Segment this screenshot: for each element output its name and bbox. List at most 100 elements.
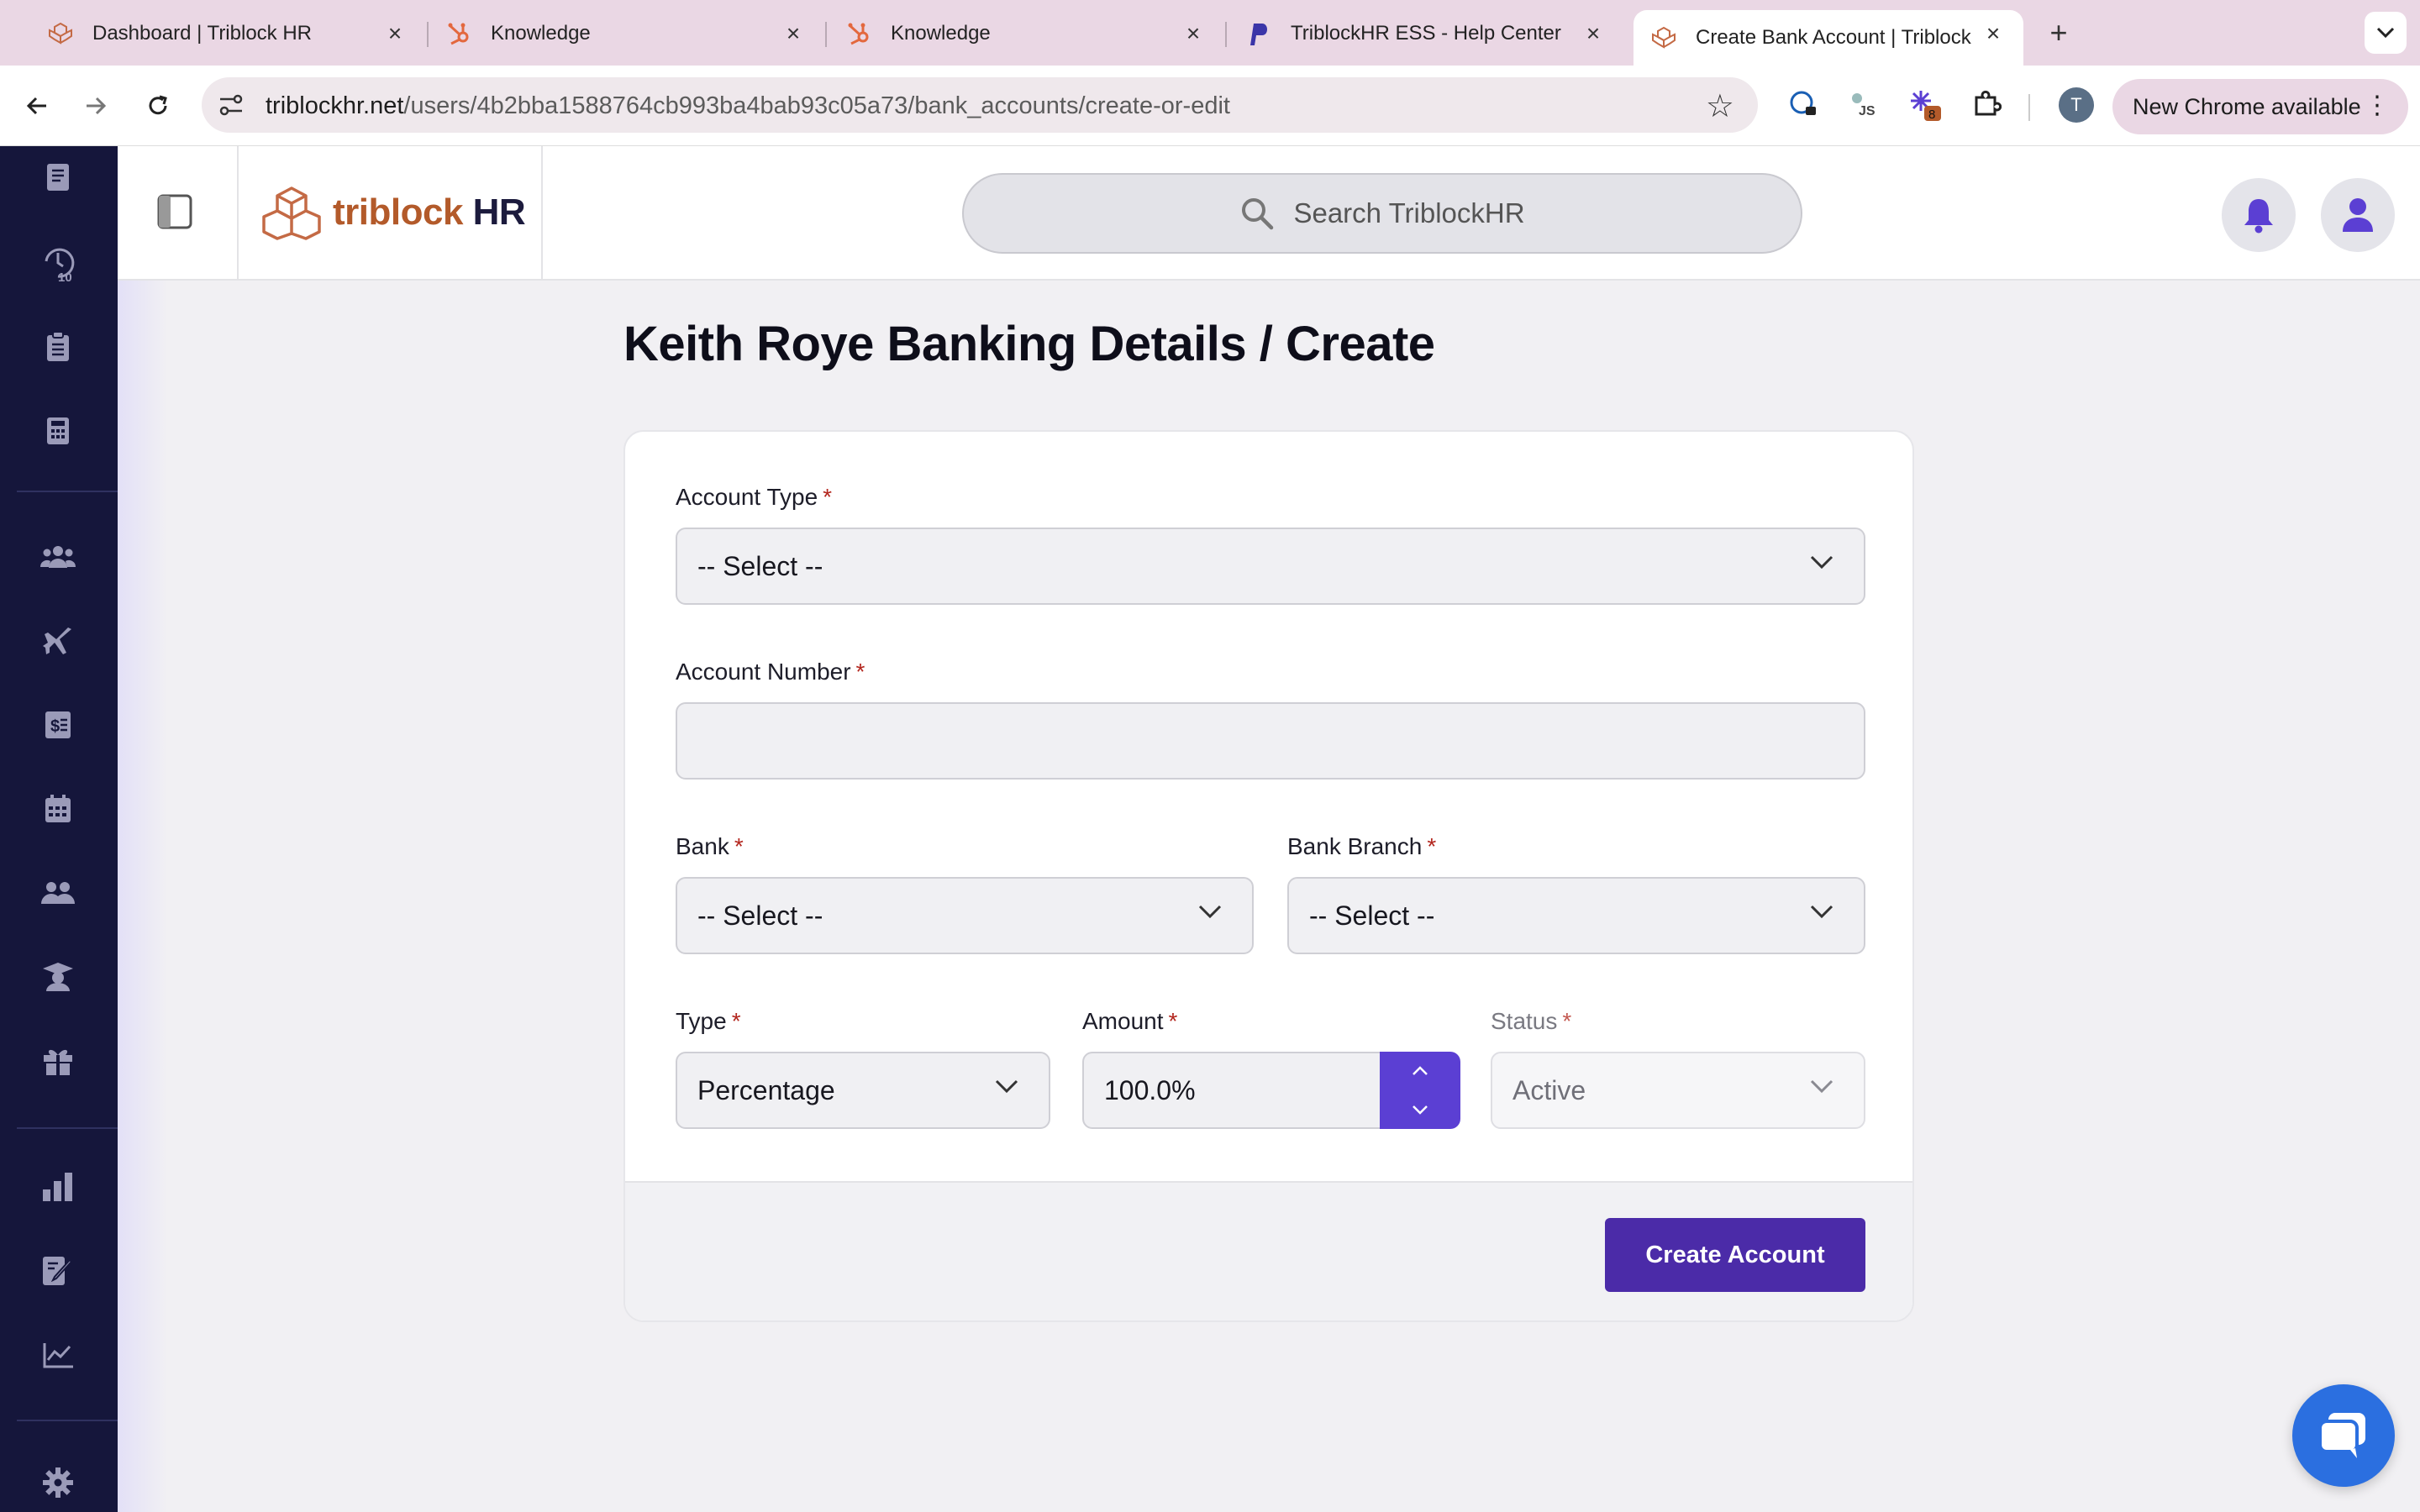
sidebar-item-clipboard[interactable] [37, 326, 79, 368]
sidebar-item-reports[interactable] [37, 1166, 79, 1208]
sidebar-item-travel[interactable] [37, 620, 79, 662]
logo-text: triblock HR [333, 192, 526, 233]
calculator-icon [47, 417, 69, 444]
asterisk-extension-icon[interactable]: 8 [1907, 87, 1941, 121]
back-icon[interactable] [17, 86, 57, 126]
reload-icon[interactable] [138, 86, 178, 126]
sidebar-item-time[interactable]: 10 [37, 242, 79, 284]
sidebar-item-calculator[interactable] [37, 410, 79, 452]
new-tab-icon[interactable]: + [2042, 15, 2075, 50]
svg-text:$: $ [50, 717, 60, 736]
password-extension-icon[interactable] [1786, 87, 1820, 121]
plane-icon [43, 627, 71, 654]
sidebar-item-calendar[interactable] [37, 788, 79, 830]
browser-toolbar: triblockhr.net/users/4b2bba1588764cb993b… [0, 66, 2420, 146]
amount-stepper[interactable] [1380, 1052, 1460, 1129]
sidebar-item-benefits[interactable] [37, 1040, 79, 1082]
sidebar-item-teams[interactable] [37, 872, 79, 914]
triblock-logo-icon [262, 186, 321, 240]
extensions-puzzle-icon[interactable] [1970, 87, 2003, 121]
gift-icon [44, 1049, 72, 1075]
type-label: Type * [676, 1008, 741, 1034]
tab-search-button[interactable] [2365, 12, 2407, 54]
svg-text:10: 10 [58, 270, 72, 281]
bank-branch-select[interactable]: -- Select -- [1287, 877, 1865, 954]
bank-label: Bank * [676, 833, 744, 859]
hubspot-icon [845, 20, 872, 47]
amount-field-group: 100.0% [1082, 1052, 1460, 1129]
sidebar-item-reviews[interactable] [37, 1250, 79, 1292]
close-icon[interactable]: × [381, 20, 408, 47]
browser-tab[interactable]: Knowledge × [829, 10, 1223, 57]
sidebar-item-documents[interactable] [37, 156, 79, 198]
p-icon [1245, 20, 1272, 47]
notifications-button[interactable] [2222, 178, 2296, 252]
close-icon[interactable]: × [780, 20, 807, 47]
page-title: Keith Roye Banking Details / Create [623, 317, 1435, 371]
site-settings-icon[interactable] [217, 91, 245, 119]
sidebar-toggle-icon[interactable] [156, 193, 193, 230]
tab-title: TriblockHR ESS - Help Center [1291, 22, 1561, 45]
browser-tab[interactable]: TriblockHR ESS - Help Center × [1228, 10, 1623, 57]
team-icon [41, 882, 75, 904]
address-bar[interactable]: triblockhr.net/users/4b2bba1588764cb993b… [202, 77, 1758, 133]
users-icon [40, 546, 76, 568]
bank-branch-label: Bank Branch * [1287, 833, 1437, 859]
create-account-button[interactable]: Create Account [1605, 1218, 1865, 1292]
sidebar-item-people[interactable] [37, 536, 79, 578]
increment-chevron-up-icon[interactable] [1380, 1052, 1460, 1090]
svg-text:8: 8 [1928, 108, 1935, 121]
app-logo[interactable]: triblock HR [260, 183, 526, 242]
triblock-icon [47, 20, 74, 47]
chevron-down-icon [1810, 555, 1833, 570]
sidebar-item-analytics[interactable] [37, 1334, 79, 1376]
sidebar-item-settings[interactable] [37, 1462, 79, 1504]
url-text: triblockhr.net/users/4b2bba1588764cb993b… [266, 92, 1230, 119]
bar-chart-icon [43, 1173, 72, 1201]
search-icon [1242, 198, 1274, 230]
decrement-chevron-down-icon[interactable] [1380, 1090, 1460, 1129]
line-chart-icon [43, 1343, 73, 1368]
sidebar-shadow [118, 281, 168, 1512]
bell-icon [2244, 199, 2273, 234]
close-icon[interactable]: × [1180, 20, 1207, 47]
browser-tab[interactable]: Dashboard | Triblock HR × [30, 10, 425, 57]
app-header: triblock HR Search TriblockHR [118, 146, 2420, 281]
chevron-down-icon [1198, 905, 1222, 919]
tab-title: Knowledge [491, 22, 591, 45]
chat-icon [2318, 1413, 2365, 1458]
forward-icon[interactable] [76, 86, 116, 126]
tab-title: Dashboard | Triblock HR [92, 22, 312, 45]
chrome-update-button[interactable]: New Chrome available ⋮ [2112, 79, 2408, 134]
sidebar: 10 $ [0, 146, 118, 1512]
user-icon [2343, 198, 2373, 232]
close-icon[interactable]: × [1580, 20, 1607, 47]
sidebar-item-expenses[interactable]: $ [37, 704, 79, 746]
close-icon[interactable]: × [1980, 20, 2007, 47]
calendar-icon [45, 795, 71, 822]
user-menu-button[interactable] [2321, 178, 2395, 252]
chevron-down-icon [2376, 27, 2395, 39]
js-extension-icon[interactable]: JS [1847, 87, 1881, 121]
edit-document-icon [43, 1257, 73, 1285]
bookmark-star-icon[interactable]: ☆ [1706, 87, 1734, 125]
tab-title: Knowledge [891, 22, 991, 45]
gear-icon [43, 1467, 73, 1498]
type-select[interactable]: Percentage [676, 1052, 1050, 1129]
sidebar-item-training[interactable] [37, 956, 79, 998]
account-number-label: Account Number * [676, 659, 865, 685]
browser-tab-active[interactable]: Create Bank Account | Triblock HR × [1634, 10, 2023, 66]
tab-title: Create Bank Account | Triblock HR [1696, 26, 1973, 49]
account-type-select[interactable]: -- Select -- [676, 528, 1865, 605]
chat-launcher-button[interactable] [2292, 1384, 2395, 1487]
browser-tab[interactable]: Knowledge × [429, 10, 823, 57]
account-number-field[interactable] [676, 702, 1865, 780]
more-menu-icon[interactable]: ⋮ [2365, 91, 2390, 121]
chevron-down-icon [995, 1079, 1018, 1094]
search-input[interactable]: Search TriblockHR [962, 173, 1802, 254]
document-icon [47, 164, 69, 191]
browser-profile-avatar[interactable]: T [2059, 87, 2094, 123]
amount-input[interactable]: 100.0% [1082, 1052, 1381, 1129]
clipboard-icon [47, 331, 69, 361]
bank-select[interactable]: -- Select -- [676, 877, 1254, 954]
